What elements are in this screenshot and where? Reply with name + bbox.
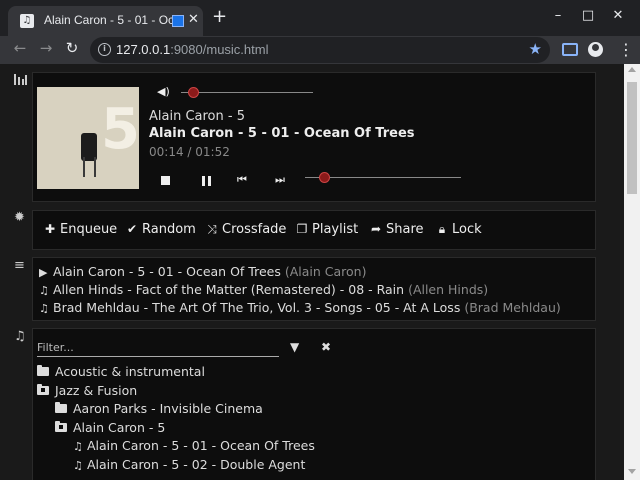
library-track[interactable]: ♫ Alain Caron - 5 - 02 - Double Agent	[73, 457, 305, 472]
share-icon: ➦	[370, 222, 382, 236]
share-button[interactable]: ➦ Share	[369, 222, 424, 237]
volume-track[interactable]	[181, 92, 313, 93]
reload-icon[interactable]: ↻	[62, 39, 82, 57]
cover-text: 5	[101, 97, 139, 162]
settings-gear-icon: ✹	[14, 210, 25, 225]
queue-item[interactable]: ♫ Allen Hinds - Fact of the Matter (Remas…	[39, 282, 488, 297]
list-icon: ≡	[14, 258, 25, 273]
clear-filter-icon[interactable]: ✖	[321, 340, 331, 354]
lock-button[interactable]: 🔒︎ Lock	[435, 222, 482, 237]
shuffle-icon: ⤨	[207, 222, 217, 236]
browser-menu-icon[interactable]: ⋮	[618, 40, 634, 59]
player-panel: 5 ◀) Alain Caron - 5 Alain Caron - 5 - 0…	[32, 72, 596, 202]
info-icon[interactable]: i	[98, 43, 111, 56]
actions-panel: ✚ Enqueue ✔ Random ⤨ Crossfade ❐ Playlist ➦ S…	[32, 210, 596, 250]
now-playing-artist: Alain Caron - 5	[149, 109, 245, 124]
back-arrow-icon[interactable]: ←	[10, 39, 30, 57]
minimize-button[interactable]: –	[550, 8, 566, 23]
library-track[interactable]: ♫ Alain Caron - 5 - 01 - Ocean Of Trees	[73, 438, 315, 453]
music-note-icon: ♫	[39, 284, 49, 297]
library-panel: ▼ ✖ Acoustic & instrumental Jazz & Fusio…	[32, 328, 596, 480]
forward-arrow-icon[interactable]: →	[36, 39, 56, 57]
scroll-up-arrow-icon[interactable]	[628, 67, 636, 72]
browser-toolbar: ← → ↻ i 127.0.0.1:9080/music.html ★ ⋮	[0, 36, 640, 64]
cover-leg	[94, 157, 96, 177]
music-note-icon: ♫	[73, 459, 83, 472]
play-time: 00:14 / 01:52	[149, 145, 230, 159]
scroll-down-arrow-icon[interactable]	[628, 469, 636, 474]
volume-knob[interactable]	[188, 87, 200, 98]
crossfade-button[interactable]: ⤨ Crossfade	[205, 222, 286, 237]
tab-close-icon[interactable]: ✕	[188, 12, 199, 27]
cast-icon[interactable]	[562, 43, 578, 56]
library-folder[interactable]: Acoustic & instrumental	[37, 364, 205, 379]
queue-item[interactable]: ♫ Brad Mehldau - The Art Of The Trio, Vol…	[39, 300, 561, 315]
volume-icon[interactable]: ◀)	[157, 85, 170, 98]
seek-knob[interactable]	[319, 172, 331, 183]
folder-open-icon	[37, 384, 49, 395]
address-bar[interactable]: i 127.0.0.1:9080/music.html ★	[90, 37, 550, 63]
library-folder[interactable]: Alain Caron - 5	[55, 420, 165, 435]
enqueue-button[interactable]: ✚ Enqueue	[43, 222, 117, 237]
close-window-button[interactable]: ✕	[610, 8, 626, 23]
cover-leg	[83, 157, 85, 177]
check-icon: ✔	[126, 222, 138, 236]
page: ✹ ≡ ♫ 5 ◀) Alain Caron - 5 Alain Caron -…	[0, 64, 624, 480]
music-note-icon: ♫	[73, 440, 83, 453]
play-icon: ▶	[39, 266, 48, 279]
page-scrollbar[interactable]	[624, 64, 640, 480]
library-folder[interactable]: Aaron Parks - Invisible Cinema	[55, 401, 263, 416]
tab-audio-icon[interactable]	[172, 15, 184, 27]
tab-title: Alain Caron - 5 - 01 - Ocean Of Trees	[44, 13, 172, 27]
folder-icon	[55, 402, 67, 413]
stop-button[interactable]	[161, 176, 170, 185]
library-folder[interactable]: Jazz & Fusion	[37, 383, 137, 398]
music-favicon-icon: ♫	[20, 14, 34, 28]
next-track-icon[interactable]: ⏭	[275, 173, 285, 187]
now-playing-track: Alain Caron - 5 - 01 - Ocean Of Trees	[149, 126, 415, 141]
maximize-button[interactable]: □	[580, 8, 596, 23]
queue-panel: ▶ Alain Caron - 5 - 01 - Ocean Of Trees (…	[32, 257, 596, 321]
file-icon: ❐	[296, 222, 308, 236]
bookmark-star-icon[interactable]: ★	[529, 40, 542, 58]
pause-button[interactable]	[202, 176, 211, 186]
folder-open-icon	[55, 421, 67, 432]
filter-input[interactable]	[37, 339, 279, 357]
scroll-thumb[interactable]	[627, 82, 637, 194]
music-note-icon: ♫	[39, 302, 49, 315]
previous-track-icon[interactable]: ⏮	[237, 173, 247, 187]
album-cover: 5	[37, 87, 139, 189]
browser-tab[interactable]: ♫ Alain Caron - 5 - 01 - Ocean Of Trees …	[8, 6, 203, 36]
equalizer-icon	[14, 74, 27, 89]
url-text: 127.0.0.1:9080/music.html	[116, 42, 269, 57]
random-button[interactable]: ✔ Random	[125, 222, 196, 237]
lock-icon: 🔒︎	[438, 222, 446, 236]
folder-icon	[37, 365, 49, 376]
queue-item[interactable]: ▶ Alain Caron - 5 - 01 - Ocean Of Trees (…	[39, 264, 366, 279]
plus-icon: ✚	[44, 222, 56, 236]
music-note-icon: ♫	[14, 329, 26, 344]
filter-icon[interactable]: ▼	[290, 340, 299, 354]
playlist-button[interactable]: ❐ Playlist	[295, 222, 359, 237]
new-tab-button[interactable]: +	[212, 8, 227, 26]
profile-avatar-icon[interactable]	[588, 42, 603, 57]
tab-strip: ♫ Alain Caron - 5 - 01 - Ocean Of Trees …	[0, 0, 640, 36]
